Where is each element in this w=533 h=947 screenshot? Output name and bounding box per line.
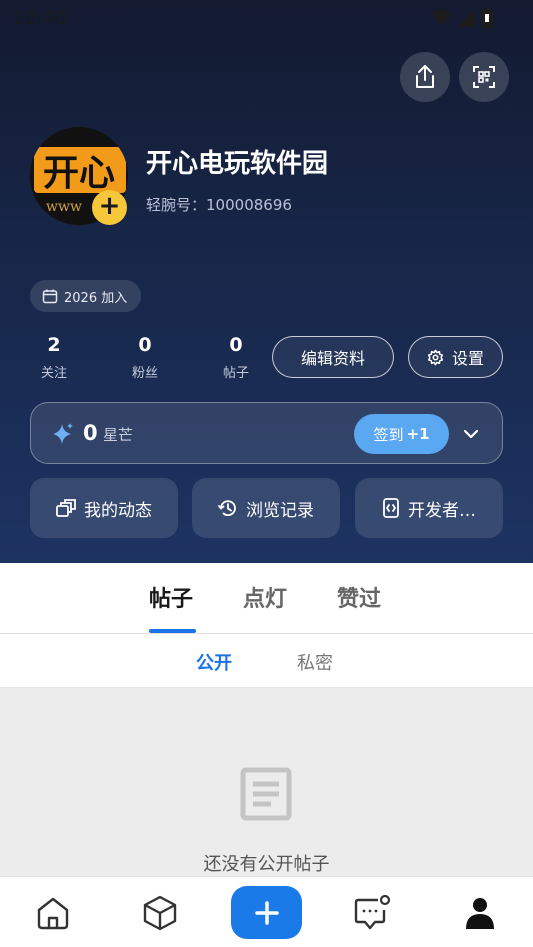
tab-liked[interactable]: 赞过 xyxy=(337,581,381,613)
status-icons xyxy=(431,8,493,28)
sparkle-icon xyxy=(53,423,73,444)
add-avatar-button[interactable]: + xyxy=(92,190,127,225)
profile-id-value: 100008696 xyxy=(206,196,292,214)
stars-count: 0 xyxy=(83,421,98,445)
visibility-tabs: 公开 私密 xyxy=(0,634,533,688)
home-icon xyxy=(37,897,69,930)
history-label: 浏览记录 xyxy=(246,500,314,521)
stat-following-label: 关注 xyxy=(40,366,67,381)
stat-posts-label: 帖子 xyxy=(222,366,249,381)
share-button[interactable] xyxy=(400,52,450,102)
wifi-icon xyxy=(431,9,451,26)
stat-followers[interactable]: 0 粉丝 xyxy=(115,334,175,381)
qr-code-icon xyxy=(473,66,495,88)
share-icon xyxy=(416,65,434,88)
sign-in-button[interactable]: 签到 +1 xyxy=(354,414,449,454)
subtab-public[interactable]: 公开 xyxy=(196,649,232,675)
stat-posts-value: 0 xyxy=(229,334,243,356)
nav-home[interactable] xyxy=(31,891,75,935)
feed-icon xyxy=(56,499,76,517)
cube-icon xyxy=(143,895,177,931)
my-feed-label: 我的动态 xyxy=(84,500,152,521)
content-tabs: 帖子 点灯 赞过 xyxy=(0,563,533,634)
tab-lights[interactable]: 点灯 xyxy=(243,581,287,613)
sign-in-label: 签到 xyxy=(373,425,404,444)
user-icon xyxy=(466,898,494,929)
gear-icon xyxy=(427,349,443,365)
nav-discover[interactable] xyxy=(138,891,182,935)
profile-id: 轻腕号：100008696 xyxy=(146,194,292,215)
edit-profile-label: 编辑资料 xyxy=(300,349,365,368)
settings-button[interactable]: 设置 xyxy=(408,336,503,378)
join-date-text: 2026 加入 xyxy=(64,290,128,306)
stars-label: 星芒 xyxy=(103,426,134,444)
create-post-button[interactable] xyxy=(231,886,302,939)
empty-state-text: 还没有公开帖子 xyxy=(203,854,330,875)
my-feed-button[interactable]: 我的动态 xyxy=(30,478,178,538)
settings-label: 设置 xyxy=(451,349,484,368)
subtab-private[interactable]: 私密 xyxy=(297,649,333,675)
status-bar: 10:40 xyxy=(0,0,533,36)
history-button[interactable]: 浏览记录 xyxy=(192,478,340,538)
signal-icon xyxy=(457,9,475,27)
scan-qr-button[interactable] xyxy=(459,52,509,102)
plus-icon xyxy=(254,900,279,925)
stat-following[interactable]: 2 关注 xyxy=(24,334,84,381)
stat-posts[interactable]: 0 帖子 xyxy=(206,334,266,381)
active-tab-indicator xyxy=(149,629,196,633)
nav-messages[interactable] xyxy=(350,891,394,935)
developer-button[interactable]: 开发者… xyxy=(355,478,503,538)
battery-icon xyxy=(481,8,493,28)
developer-label: 开发者… xyxy=(408,500,476,521)
join-date-chip: 2026 加入 xyxy=(30,280,142,312)
status-time: 10:40 xyxy=(12,7,67,29)
message-icon xyxy=(354,894,391,930)
chevron-down-icon[interactable] xyxy=(463,427,479,441)
svg-text:www: www xyxy=(46,199,82,215)
stars-card: 0 星芒 签到 +1 xyxy=(30,402,503,464)
bottom-navigation xyxy=(0,876,533,947)
calendar-icon xyxy=(42,289,58,304)
nav-profile[interactable] xyxy=(458,891,502,935)
history-icon xyxy=(218,500,236,517)
document-icon xyxy=(240,767,292,821)
sign-in-bonus: +1 xyxy=(406,425,430,443)
stat-followers-label: 粉丝 xyxy=(131,366,158,381)
stat-followers-value: 0 xyxy=(138,334,152,356)
profile-id-label: 轻腕号： xyxy=(146,196,207,214)
profile-name: 开心电玩软件园 xyxy=(146,149,329,179)
developer-icon xyxy=(383,498,399,518)
edit-profile-button[interactable]: 编辑资料 xyxy=(272,336,394,378)
tab-posts[interactable]: 帖子 xyxy=(149,581,193,613)
svg-text:开心: 开心 xyxy=(43,153,115,194)
stat-following-value: 2 xyxy=(47,334,61,356)
